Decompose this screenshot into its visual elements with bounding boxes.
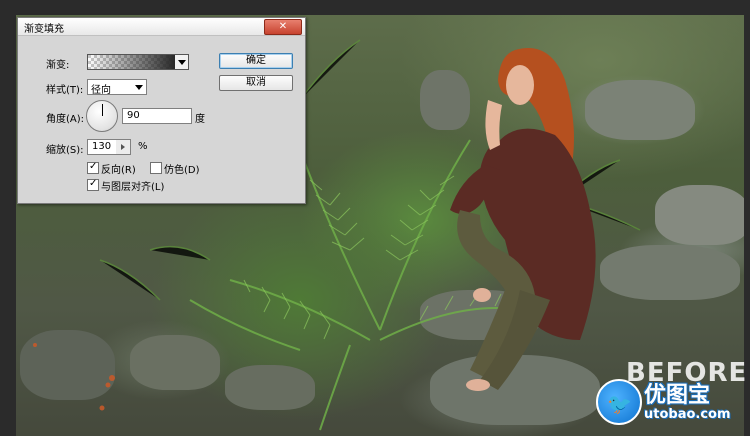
photo-canvas: BEFORE 🐦 优图宝 utobao.com 渐变填充 ✕ 渐变: 样式(T)…	[0, 0, 750, 436]
align-with-layer-label: 与图层对齐(L)	[101, 182, 165, 193]
site-watermark: 🐦 优图宝 utobao.com	[596, 375, 746, 433]
gradient-fill-dialog: 渐变填充 ✕ 渐变: 样式(T): 径向 角度(A): 90 度 缩放(S): …	[17, 17, 306, 204]
bird-logo-icon: 🐦	[596, 379, 642, 425]
dither-checkbox[interactable]	[150, 162, 162, 174]
chevron-down-icon	[178, 60, 186, 65]
dither-label: 仿色(D)	[164, 165, 200, 176]
chevron-down-icon	[135, 85, 143, 90]
check-icon: ✓	[89, 178, 98, 189]
bird-icon: 🐦	[607, 392, 632, 416]
style-label: 样式(T):	[46, 85, 84, 96]
angle-needle	[102, 104, 103, 116]
scale-input[interactable]: 130	[87, 139, 117, 155]
angle-unit: 度	[195, 114, 205, 125]
scale-slider-button[interactable]	[116, 139, 131, 155]
check-icon: ✓	[89, 161, 98, 172]
angle-dial[interactable]	[86, 100, 118, 132]
reverse-label: 反向(R)	[101, 165, 136, 176]
angle-label: 角度(A):	[46, 114, 85, 125]
align-with-layer-checkbox[interactable]: ✓	[87, 178, 99, 191]
site-name: 优图宝	[644, 383, 711, 408]
gradient-label: 渐变:	[46, 60, 70, 71]
close-button[interactable]: ✕	[264, 19, 302, 35]
angle-value: 90	[127, 110, 140, 121]
gradient-picker-button[interactable]	[175, 54, 189, 70]
site-url: utobao.com	[644, 407, 731, 422]
angle-input[interactable]: 90	[122, 108, 192, 124]
chevron-right-icon	[121, 144, 125, 150]
style-value: 径向	[91, 85, 111, 96]
canvas-frame-left	[0, 0, 16, 436]
dialog-title: 渐变填充	[24, 24, 64, 35]
close-icon: ✕	[278, 21, 288, 32]
style-select[interactable]: 径向	[87, 79, 147, 96]
seated-figure	[450, 48, 596, 391]
scale-label: 缩放(S):	[46, 145, 84, 156]
reverse-checkbox[interactable]: ✓	[87, 161, 99, 174]
scale-value: 130	[92, 141, 112, 152]
gradient-swatch[interactable]	[87, 54, 176, 70]
canvas-frame-top	[0, 0, 750, 15]
scale-unit: %	[138, 141, 148, 152]
ok-button[interactable]: 确定	[219, 53, 293, 69]
dialog-titlebar[interactable]: 渐变填充 ✕	[18, 18, 305, 36]
cancel-button[interactable]: 取消	[219, 75, 293, 91]
